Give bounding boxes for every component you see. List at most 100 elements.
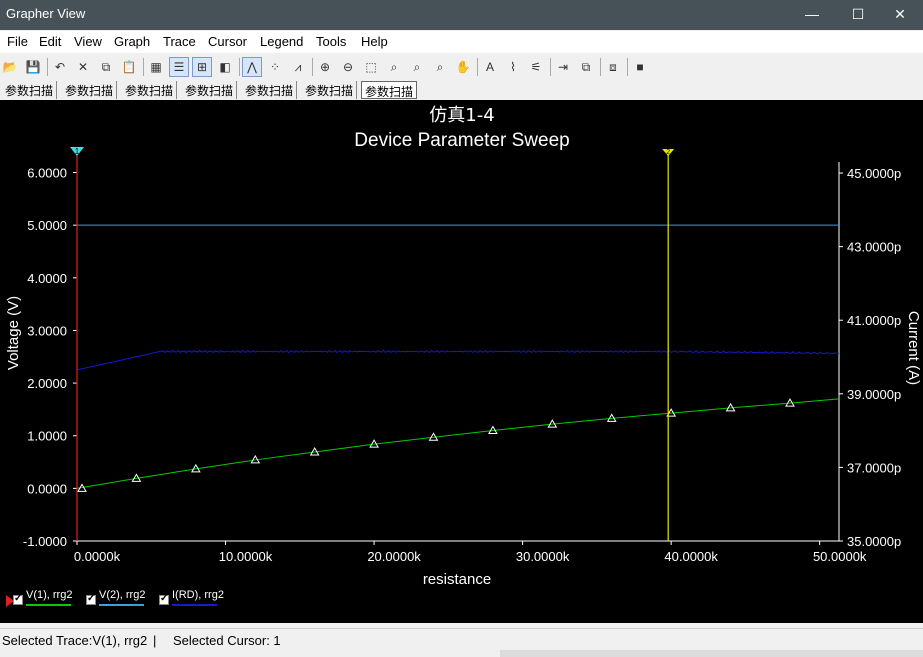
title-bar: Grapher View — ☐ ✕	[0, 0, 923, 30]
menu-bar: File Edit View Graph Trace Cursor Legend…	[0, 31, 923, 53]
y-left-tick-label: 6.0000	[27, 166, 67, 181]
legend-swatch-v1	[26, 604, 71, 606]
stop-icon[interactable]: ■	[630, 57, 650, 77]
zoom-in-icon[interactable]: ⊕	[315, 57, 335, 77]
zoom-out-icon[interactable]: ⊖	[338, 57, 358, 77]
show-lines-icon[interactable]: ⋀	[242, 57, 262, 77]
status-bar: Selected Trace:V(1), rrg2 | Selected Cur…	[0, 628, 923, 650]
menu-legend[interactable]: Legend	[260, 34, 303, 49]
overlay-traces-icon[interactable]: ⧉	[576, 57, 596, 77]
grid-icon[interactable]: ▦	[146, 57, 166, 77]
legend-label-ird: I(RD), rrg2	[172, 589, 224, 601]
zoom-x-icon[interactable]: ⌕	[384, 57, 404, 77]
series-v1-line	[76, 398, 840, 489]
text-icon[interactable]: A	[480, 57, 500, 77]
menu-trace[interactable]: Trace	[163, 34, 196, 49]
toolbar-separator	[239, 58, 240, 76]
toolbar-separator	[312, 58, 313, 76]
export-icon[interactable]: ⇥	[553, 57, 573, 77]
y-right-tick-label: 39.0000p	[847, 387, 901, 402]
minimize-button[interactable]: —	[789, 0, 835, 30]
paste-icon[interactable]: 📋	[119, 57, 139, 77]
x-tick-label: 20.0000k	[367, 549, 421, 564]
y-right-tick-label: 37.0000p	[847, 460, 901, 475]
status-separator: |	[153, 633, 157, 648]
menu-edit[interactable]: Edit	[39, 34, 61, 49]
legend-checkbox-v1[interactable]	[13, 593, 23, 605]
y-right-tick-label: 43.0000p	[847, 240, 901, 255]
y-right-tick-label: 45.0000p	[847, 166, 901, 181]
legend-item-v2[interactable]: V(2), rrg2	[86, 589, 156, 611]
y-left-tick-label: 2.0000	[27, 376, 67, 391]
cursor-2-label: 2	[666, 149, 670, 156]
copy-icon[interactable]: ⧉	[96, 57, 116, 77]
tab-sweep-2[interactable]: 参数扫描	[62, 81, 118, 99]
x-tick-label: 0.0000k	[74, 549, 121, 564]
background-window-strip	[500, 650, 923, 657]
tab-sweep-6[interactable]: 参数扫描	[302, 81, 358, 99]
menu-tools[interactable]: Tools	[316, 34, 346, 49]
page-tabs: 参数扫描 参数扫描 参数扫描 参数扫描 参数扫描 参数扫描 参数扫描	[0, 80, 923, 100]
chart-svg[interactable]: 仿真1-4 Device Parameter Sweep resistance …	[0, 100, 923, 623]
menu-cursor[interactable]: Cursor	[208, 34, 247, 49]
toolbar: 📂 💾 ↶ ✕ ⧉ 📋 ▦ ☰ ⊞ ◧ ⋀ ⁘ ⩘ ⊕ ⊖ ⬚ ⌕ ⌕ ⌕ ✋ A ⌇ ⚟ ⇥ ⧉ ⧈ ■	[0, 55, 923, 79]
menu-graph[interactable]: Graph	[114, 34, 150, 49]
series-ird-line	[76, 349, 840, 371]
y-axis-label-right: Current (A)	[905, 311, 922, 385]
maximize-button[interactable]: ☐	[835, 0, 881, 30]
overlay-icon[interactable]: ◧	[215, 57, 235, 77]
toolbar-separator	[550, 58, 551, 76]
menu-file[interactable]: File	[7, 34, 28, 49]
y-right-tick-label: 35.0000p	[847, 534, 901, 549]
y-left-tick-label: 1.0000	[27, 429, 67, 444]
legend-label-v1: V(1), rrg2	[26, 589, 73, 601]
chart-title-line2: Device Parameter Sweep	[354, 130, 569, 151]
lines-points-icon[interactable]: ⩘	[288, 57, 308, 77]
undo-icon[interactable]: ↶	[50, 57, 70, 77]
toolbar-separator	[47, 58, 48, 76]
label-icon[interactable]: ⌇	[503, 57, 523, 77]
x-tick-label: 50.0000k	[813, 549, 867, 564]
toolbar-separator	[600, 58, 601, 76]
close-button[interactable]: ✕	[877, 0, 923, 30]
legend-item-v1[interactable]: V(1), rrg2	[13, 589, 83, 611]
legend-label-v2: V(2), rrg2	[99, 589, 146, 601]
status-selected-cursor: Selected Cursor: 1	[173, 633, 281, 648]
x-axis-label: resistance	[423, 571, 491, 588]
legend-checkbox-v2[interactable]	[86, 593, 96, 605]
trace-props-icon[interactable]: ⚟	[526, 57, 546, 77]
toolbar-separator	[143, 58, 144, 76]
toolbar-separator	[477, 58, 478, 76]
menu-view[interactable]: View	[74, 34, 102, 49]
y-left-tick-label: 3.0000	[27, 323, 67, 338]
zoom-area-icon[interactable]: ⬚	[361, 57, 381, 77]
legend-swatch-ird	[172, 604, 217, 606]
toolbar-separator	[627, 58, 628, 76]
zoom-y-icon[interactable]: ⌕	[407, 57, 427, 77]
tab-sweep-7[interactable]: 参数扫描	[361, 81, 418, 99]
cut-icon[interactable]: ✕	[73, 57, 93, 77]
tab-sweep-5[interactable]: 参数扫描	[242, 81, 298, 99]
x-tick-label: 30.0000k	[516, 549, 570, 564]
legend-checkbox-ird[interactable]	[159, 593, 169, 605]
legend-toggle-icon[interactable]: ☰	[169, 57, 189, 77]
window-title: Grapher View	[6, 6, 86, 21]
graph-area[interactable]: 仿真1-4 Device Parameter Sweep resistance …	[0, 100, 923, 623]
open-icon[interactable]: 📂	[0, 57, 20, 77]
y-left-tick-label: 4.0000	[27, 271, 67, 286]
pan-icon[interactable]: ✋	[453, 57, 473, 77]
tab-sweep-1[interactable]: 参数扫描	[2, 81, 58, 99]
merge-icon[interactable]: ⧈	[603, 57, 623, 77]
cursor-toggle-icon[interactable]: ⊞	[192, 57, 212, 77]
y-left-tick-label: 0.0000	[27, 481, 67, 496]
legend-item-ird[interactable]: I(RD), rrg2	[159, 589, 229, 611]
menu-help[interactable]: Help	[361, 34, 388, 49]
y-right-tick-label: 41.0000p	[847, 313, 901, 328]
save-icon[interactable]: 💾	[23, 57, 43, 77]
tab-sweep-4[interactable]: 参数扫描	[182, 81, 238, 99]
show-points-icon[interactable]: ⁘	[265, 57, 285, 77]
zoom-full-icon[interactable]: ⌕	[430, 57, 450, 77]
tab-sweep-3[interactable]: 参数扫描	[122, 81, 178, 99]
y-left-tick-label: 5.0000	[27, 218, 67, 233]
chart-title-line1: 仿真1-4	[429, 105, 494, 126]
